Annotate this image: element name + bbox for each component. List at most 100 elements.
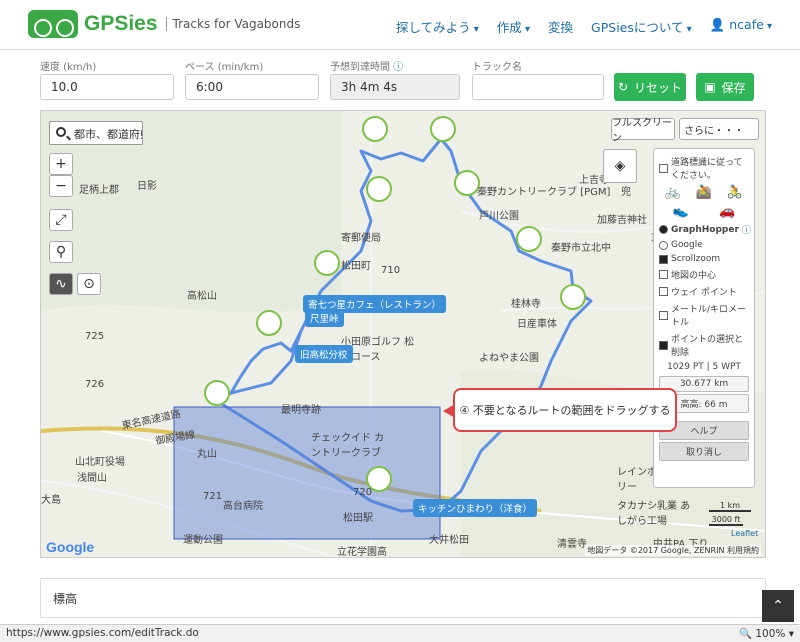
label-matsudaeki: 松田駅: [343, 513, 373, 524]
mtb-icon[interactable]: 🚵: [696, 185, 712, 200]
speed-label: 速度 (km/h): [40, 62, 97, 73]
map[interactable]: 足柄上郡 日影 高松山 寄郵便局 松田町 秦野カントリークラブ [PGM] 戸川…: [40, 110, 766, 558]
nav-user[interactable]: 👤 ncafe: [710, 17, 772, 36]
transport-mode-row-2: 👟 🚗: [659, 204, 749, 219]
info-icon[interactable]: ⓘ: [393, 62, 403, 73]
label-marutama: 丸山: [197, 449, 217, 460]
search-icon: [56, 127, 66, 137]
track-name-label: トラック名: [472, 62, 522, 73]
info-icon[interactable]: ⓘ: [742, 223, 751, 236]
shoe-icon[interactable]: 👟: [673, 204, 689, 219]
label-tatsuhide: 立花学園高: [337, 547, 387, 558]
save-button[interactable]: ▣ 保存: [696, 73, 754, 101]
follow-road-row[interactable]: 道路標識に従ってください。: [659, 155, 749, 181]
map-center-checkbox[interactable]: [659, 270, 668, 279]
nav-convert[interactable]: 変換: [548, 17, 573, 36]
label-tokawa: 戸川公園: [479, 211, 519, 222]
scrollzoom-row[interactable]: Scrollzoom: [659, 254, 749, 264]
fit-bounds-button[interactable]: ⤢: [49, 209, 73, 231]
main-nav: 探してみよう 作成 変換 GPSiesについて 👤 ncafe: [396, 17, 772, 36]
label-ooimatsuda: 大井松田: [429, 535, 469, 546]
label-yadoriki: 寄郵便局: [341, 233, 381, 244]
speed-input[interactable]: 10.0: [40, 74, 174, 100]
label-odawara-golf: 小田原ゴルフ 松田コース: [341, 337, 415, 363]
label-undoukouen: 運動公園: [183, 535, 223, 546]
label-takanasu: タカナシ乳業 あしがら工場: [617, 501, 691, 527]
nav-about[interactable]: GPSiesについて: [591, 17, 692, 36]
label-kabuto: 兜: [621, 187, 631, 198]
google-radio[interactable]: [659, 240, 668, 250]
reset-button[interactable]: ↻ リセット: [614, 73, 686, 101]
track-name-input[interactable]: [472, 74, 604, 100]
follow-road-checkbox[interactable]: [659, 163, 668, 173]
meter-km-row[interactable]: メートル/キロメートル: [659, 302, 749, 328]
logo[interactable]: GPSies Tracks for Vagabonds: [28, 10, 300, 38]
graphhopper-row[interactable]: GraphHopper ⓘ: [659, 223, 751, 236]
eta-label: 予想到達時間 ⓘ: [330, 62, 404, 73]
logo-text: GPSies: [84, 12, 158, 35]
zoom-out-button[interactable]: −: [49, 175, 73, 197]
label-takamatsuyama: 高松山: [187, 291, 217, 302]
routing-panel: 道路標識に従ってください。 🚲 🚵 🚴 👟 🚗 GraphHopper ⓘ Go…: [653, 148, 755, 488]
elevation-section: 標高: [40, 578, 766, 618]
refresh-icon: ↻: [617, 80, 629, 94]
logo-bike-icon: [28, 10, 78, 38]
poi-kitchen[interactable]: キッチンひまわり（洋食）: [413, 499, 538, 517]
bike-icon[interactable]: 🚲: [665, 185, 681, 200]
zoom-in-button[interactable]: +: [49, 153, 73, 175]
poi-kyu-takamatsu[interactable]: 旧高松分校: [295, 345, 353, 363]
google-row[interactable]: Google: [659, 240, 749, 250]
expand-icon: ⤢: [55, 212, 67, 228]
nav-create[interactable]: 作成: [497, 17, 530, 36]
fullscreen-button[interactable]: フルスクリーン: [611, 118, 675, 144]
status-bar: https://www.gpsies.com/editTrack.do 🔍 10…: [0, 624, 800, 642]
label-matsudamachi: 松田町: [341, 261, 371, 272]
map-attribution[interactable]: 地図データ ©2017 Google, ZENRIN 利用規約: [585, 545, 761, 556]
car-icon[interactable]: 🚗: [719, 204, 735, 219]
more-select[interactable]: さらに・・・: [679, 118, 759, 140]
label-takadai: 高台病院: [223, 501, 263, 512]
pin-icon: ⚲: [55, 244, 67, 260]
leaflet-link[interactable]: Leaflet: [731, 529, 758, 538]
marker-button[interactable]: ⚲: [49, 241, 73, 263]
label-seisenji: 清雲寺: [557, 539, 587, 550]
scale-bar-ft: 3000 ft: [709, 515, 743, 526]
racebike-icon[interactable]: 🚴: [727, 185, 743, 200]
label-hadanoshi-kita: 秦野市立北中: [551, 243, 611, 254]
poi-shakusui[interactable]: 尺里峠: [305, 309, 344, 327]
label-katsura: 桂林寺: [511, 299, 541, 310]
layers-icon: ◈: [614, 158, 626, 174]
point-select-row[interactable]: ポイントの選択と削除: [659, 332, 749, 358]
label-hayashi: 加藤吉神社: [597, 215, 647, 226]
pt-count: 1029 PT | 5 WPT: [667, 362, 741, 372]
meter-km-checkbox[interactable]: [659, 310, 668, 320]
graphhopper-radio[interactable]: [659, 225, 668, 234]
pace-input[interactable]: 6:00: [185, 74, 319, 100]
label-route726: 726: [85, 379, 105, 390]
label-nissan: 日産車体: [517, 319, 557, 330]
label-route710: 710: [381, 265, 401, 276]
draw-line-button[interactable]: ∿: [49, 273, 73, 295]
waypoint-row[interactable]: ウェイ ポイント: [659, 285, 749, 298]
eta-input: 3h 4m 4s: [330, 74, 460, 100]
transport-mode-row: 🚲 🚵 🚴: [659, 185, 749, 200]
waypoint-icon: ⊙: [83, 276, 95, 292]
nav-search[interactable]: 探してみよう: [396, 17, 479, 36]
map-center-row[interactable]: 地図の中心: [659, 268, 749, 281]
label-route721: 721: [203, 491, 223, 502]
point-select-checkbox[interactable]: [659, 340, 668, 350]
status-zoom: 🔍 100% ▾: [738, 628, 794, 640]
add-waypoint-button[interactable]: ⊙: [77, 273, 101, 295]
save-icon: ▣: [704, 80, 716, 94]
label-yamakita: 山北町役場: [75, 457, 125, 468]
waypoint-checkbox[interactable]: [659, 287, 668, 296]
undo-button[interactable]: 取り消し: [659, 442, 749, 461]
status-url: https://www.gpsies.com/editTrack.do: [6, 627, 199, 639]
map-search-input[interactable]: 都市、都道府県: [49, 121, 143, 145]
scroll-top-button[interactable]: ⌃: [762, 590, 794, 622]
route-icon: ∿: [55, 276, 67, 292]
pace-label: ペース (min/km): [185, 62, 264, 73]
scrollzoom-checkbox[interactable]: [659, 254, 668, 264]
layers-button[interactable]: ◈: [603, 149, 637, 183]
label-asemaru: 浅間山: [77, 473, 107, 484]
